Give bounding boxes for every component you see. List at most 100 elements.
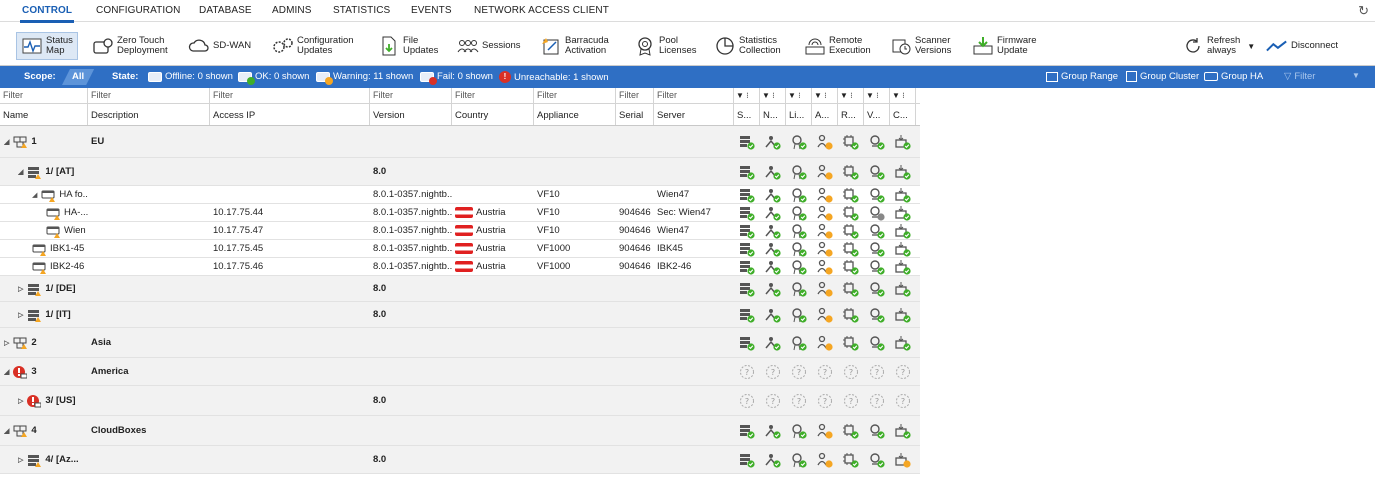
cert-status-icon[interactable] [893,126,913,157]
admin-status-icon[interactable] [815,126,835,157]
network-status-icon[interactable] [763,158,783,185]
network-status-icon[interactable] [763,222,783,239]
vpn-status-icon[interactable] [867,258,887,275]
cert-status-icon[interactable] [893,446,913,473]
column-header-name[interactable]: Name [0,104,88,125]
status-map-button[interactable]: Status Map [16,32,78,60]
configuration-updates-button[interactable]: Configuration Updates [272,32,354,60]
state-warning[interactable]: Warning: 11 shown [316,71,413,85]
resource-status-icon[interactable] [841,222,861,239]
network-status-icon[interactable]: ? [763,386,783,415]
network-status-icon[interactable] [763,240,783,257]
license-status-icon[interactable] [789,126,809,157]
resource-status-icon[interactable] [841,158,861,185]
status-column-header[interactable]: C... [890,104,916,125]
table-row[interactable]: ▷ 1/ [IT] 8.0 [0,302,920,328]
table-row[interactable]: ◢ HA fo... 8.0.1-0357.nightb... VF10 Wien47 [0,186,920,204]
cert-status-icon[interactable] [893,416,913,445]
cert-status-icon[interactable] [893,258,913,275]
resource-status-icon[interactable] [841,240,861,257]
license-status-icon[interactable] [789,204,809,221]
status-column-header[interactable]: A... [812,104,838,125]
chevron-down-icon[interactable]: ▼ [1247,42,1255,51]
network-status-icon[interactable] [763,186,783,203]
license-status-icon[interactable] [789,276,809,301]
server-status-icon[interactable] [737,416,757,445]
pool-licenses-button[interactable]: Pool Licenses [634,32,697,60]
vpn-status-icon[interactable] [867,446,887,473]
table-row[interactable]: ◢ 4 CloudBoxes [0,416,920,446]
filter-access-ip[interactable]: Filter [210,88,370,103]
server-status-icon[interactable] [737,328,757,357]
statistics-collection-button[interactable]: Statistics Collection [714,32,781,60]
license-status-icon[interactable] [789,240,809,257]
filter-button[interactable]: ▽ Filter [1284,71,1315,82]
resource-status-icon[interactable] [841,204,861,221]
admin-status-icon[interactable] [815,302,835,327]
admin-status-icon[interactable] [815,258,835,275]
server-status-icon[interactable] [737,186,757,203]
server-status-icon[interactable] [737,222,757,239]
server-status-icon[interactable] [737,302,757,327]
table-row[interactable]: ◢ 3 America??????? [0,358,920,386]
cert-status-icon[interactable]: ? [893,386,913,415]
table-row[interactable]: ▷ 4/ [Az... 8.0 [0,446,920,474]
column-header-serial[interactable]: Serial [616,104,654,125]
group-cluster-button[interactable]: Group Cluster [1126,71,1199,82]
table-row[interactable]: ▷ 1/ [DE] 8.0 [0,276,920,302]
vpn-status-icon[interactable] [867,302,887,327]
license-status-icon[interactable] [789,302,809,327]
filter-version[interactable]: Filter [370,88,452,103]
status-column-header[interactable]: R... [838,104,864,125]
vpn-status-icon[interactable] [867,158,887,185]
refresh-icon[interactable]: ↻ [1358,3,1369,19]
license-status-icon[interactable] [789,222,809,239]
table-row[interactable]: HA-... 10.17.75.44 8.0.1-0357.nightb... Aus… [0,204,920,222]
resource-status-icon[interactable] [841,416,861,445]
table-row[interactable]: IBK1-45 10.17.75.45 8.0.1-0357.nightb... Au… [0,240,920,258]
filter-country[interactable]: Filter [452,88,534,103]
license-status-icon[interactable] [789,258,809,275]
resource-status-icon[interactable] [841,126,861,157]
resource-status-icon[interactable] [841,258,861,275]
tab-statistics[interactable]: STATISTICS [333,5,390,16]
admin-status-icon[interactable] [815,276,835,301]
status-filter-dropdown[interactable]: ▼ ⁝ [864,88,890,104]
cert-status-icon[interactable] [893,186,913,203]
column-header-access-ip[interactable]: Access IP [210,104,370,125]
vpn-status-icon[interactable] [867,240,887,257]
firmware-update-button[interactable]: Firmware Update [972,32,1037,60]
status-filter-dropdown[interactable]: ▼ ⁝ [812,88,838,104]
server-status-icon[interactable] [737,446,757,473]
expand-arrow-icon[interactable]: ▷ [18,456,23,464]
network-status-icon[interactable] [763,276,783,301]
server-status-icon[interactable] [737,204,757,221]
server-status-icon[interactable] [737,276,757,301]
collapse-arrow-icon[interactable]: ◢ [4,138,9,146]
network-status-icon[interactable] [763,204,783,221]
network-status-icon[interactable] [763,126,783,157]
vpn-status-icon[interactable] [867,276,887,301]
filter-name[interactable]: Filter [0,88,88,103]
network-status-icon[interactable] [763,328,783,357]
tab-database[interactable]: DATABASE [199,5,252,16]
table-row[interactable]: ▷ 2 Asia [0,328,920,358]
table-row[interactable]: Wien 10.17.75.47 8.0.1-0357.nightb... Austr… [0,222,920,240]
cert-status-icon[interactable] [893,204,913,221]
tab-control[interactable]: CONTROL [19,5,75,23]
state-offline[interactable]: Offline: 0 shown [148,71,233,82]
column-header-version[interactable]: Version [370,104,452,125]
resource-status-icon[interactable]: ? [841,386,861,415]
remote-execution-button[interactable]: Remote Execution [804,32,871,60]
table-row[interactable]: ▷ 3/ [US] 8.0??????? [0,386,920,416]
admin-status-icon[interactable]: ? [815,386,835,415]
cert-status-icon[interactable] [893,240,913,257]
server-status-icon[interactable] [737,240,757,257]
status-column-header[interactable]: Li... [786,104,812,125]
status-filter-dropdown[interactable]: ▼ ⁝ [838,88,864,104]
scope-all-button[interactable]: All [62,69,94,85]
table-row[interactable]: ◢ 1 EU [0,126,920,158]
scanner-versions-button[interactable]: Scanner Versions [890,32,951,60]
state-unreachable[interactable]: ! Unreachable: 1 shown [499,71,609,83]
vpn-status-icon[interactable]: ? [867,358,887,385]
